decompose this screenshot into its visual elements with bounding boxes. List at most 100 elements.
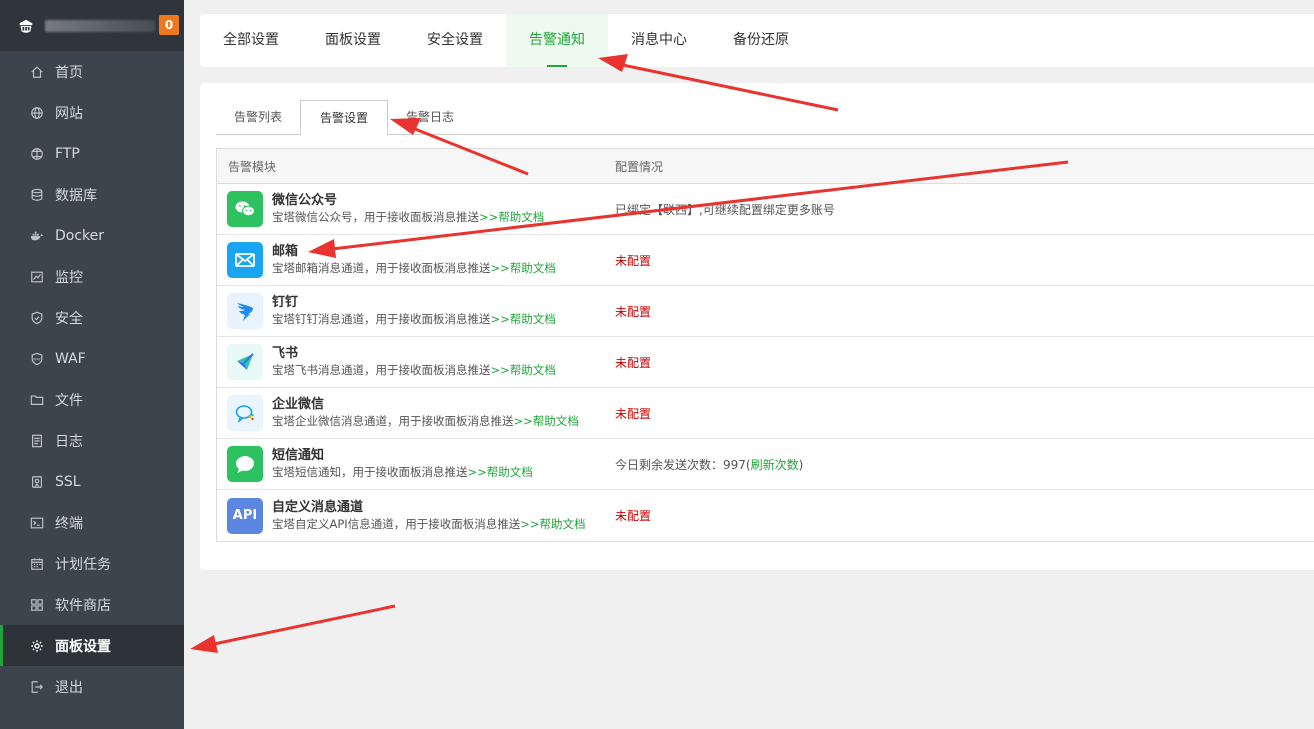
top-tab-1[interactable]: 面板设置 <box>302 14 404 67</box>
channel-description: 宝塔微信公众号，用于接收面板消息推送>>帮助文档 <box>272 209 544 226</box>
settings-tab-bar: 全部设置 面板设置 安全设置 告警通知 消息中心 备份还原 <box>200 14 1314 67</box>
status-unconfigured[interactable]: 未配置 <box>615 305 651 319</box>
channel-cell: 短信通知 宝塔短信通知，用于接收面板消息推送>>帮助文档 <box>217 446 615 482</box>
sidebar-item-home[interactable]: 首页 <box>0 51 184 92</box>
channel-cell: 微信公众号 宝塔微信公众号，用于接收面板消息推送>>帮助文档 <box>217 191 615 227</box>
sidebar-item-label: 面板设置 <box>55 638 111 655</box>
channel-description-text: 宝塔短信通知，用于接收面板消息推送 <box>272 465 468 479</box>
shield-icon <box>30 311 44 325</box>
subtab-alert-list[interactable]: 告警列表 <box>218 100 298 135</box>
status-unconfigured[interactable]: 未配置 <box>615 407 651 421</box>
header-alert-module: 告警模块 <box>228 159 277 174</box>
channel-cell: API 自定义消息通道 宝塔自定义API信息通道，用于接收面板消息推送>>帮助文档 <box>217 497 615 534</box>
help-doc-link[interactable]: >>帮助文档 <box>514 414 579 428</box>
sidebar-item-label: SSL <box>55 473 81 490</box>
alert-sub-tabs: 告警列表 告警设置 告警日志 <box>216 100 1314 136</box>
monitor-chart-icon <box>30 270 44 284</box>
sidebar-item-docker[interactable]: Docker <box>0 215 184 256</box>
sidebar-item-shield[interactable]: 安全 <box>0 297 184 338</box>
table-row[interactable]: API 自定义消息通道 宝塔自定义API信息通道，用于接收面板消息推送>>帮助文档 未… <box>217 490 1314 541</box>
sidebar-item-log-file[interactable]: 日志 <box>0 420 184 461</box>
table-row[interactable]: 短信通知 宝塔短信通知，用于接收面板消息推送>>帮助文档 今日剩余发送次数：997(… <box>217 439 1314 490</box>
channel-name: 微信公众号 <box>272 193 338 208</box>
channel-description: 宝塔自定义API信息通道，用于接收面板消息推送>>帮助文档 <box>272 516 585 533</box>
channel-cell: 钉钉 宝塔钉钉消息通道，用于接收面板消息推送>>帮助文档 <box>217 293 615 329</box>
sidebar-item-monitor-chart[interactable]: 监控 <box>0 256 184 297</box>
sidebar-item-ftp-globe[interactable]: FTP <box>0 133 184 174</box>
sidebar-item-label: 网站 <box>55 105 83 122</box>
table-row[interactable]: 微信公众号 宝塔微信公众号，用于接收面板消息推送>>帮助文档 已绑定【联西】,可继续… <box>217 184 1314 235</box>
config-status-cell: 未配置 <box>615 405 651 422</box>
table-row[interactable]: 企业微信 宝塔企业微信消息通道，用于接收面板消息推送>>帮助文档 未配置 <box>217 388 1314 439</box>
table-row[interactable]: 邮箱 宝塔邮箱消息通道，用于接收面板消息推送>>帮助文档 未配置 <box>217 235 1314 286</box>
refresh-count-link[interactable]: 刷新次数 <box>751 458 799 472</box>
help-doc-link[interactable]: >>帮助文档 <box>520 517 585 531</box>
home-icon <box>30 65 44 79</box>
sidebar-item-label: WAF <box>55 350 86 367</box>
sidebar-item-label: 退出 <box>55 679 83 696</box>
channel-description: 宝塔钉钉消息通道，用于接收面板消息推送>>帮助文档 <box>272 311 556 328</box>
channel-text: 微信公众号 宝塔微信公众号，用于接收面板消息推送>>帮助文档 <box>272 192 544 226</box>
top-tab-3[interactable]: 告警通知 <box>506 14 608 67</box>
channel-description-text: 宝塔邮箱消息通道，用于接收面板消息推送 <box>272 261 491 275</box>
help-doc-link[interactable]: >>帮助文档 <box>491 363 556 377</box>
sidebar-item-waf-shield[interactable]: WAF WAF <box>0 338 184 379</box>
help-doc-link[interactable]: >>帮助文档 <box>479 210 544 224</box>
sidebar-item-globe[interactable]: 网站 <box>0 92 184 133</box>
waf-shield-icon: WAF <box>30 352 44 366</box>
ftp-globe-icon <box>30 147 44 161</box>
channel-description-text: 宝塔飞书消息通道，用于接收面板消息推送 <box>272 363 491 377</box>
sidebar-item-terminal[interactable]: 终端 <box>0 502 184 543</box>
table-body: 微信公众号 宝塔微信公众号，用于接收面板消息推送>>帮助文档 已绑定【联西】,可继续… <box>217 184 1314 541</box>
sidebar-item-label: 日志 <box>55 433 83 450</box>
mail-icon <box>227 242 263 278</box>
sidebar-item-logout[interactable]: 退出 <box>0 666 184 707</box>
channel-text: 邮箱 宝塔邮箱消息通道，用于接收面板消息推送>>帮助文档 <box>272 243 556 277</box>
sidebar-item-label: 文件 <box>55 392 83 409</box>
sms-bubble-icon <box>227 446 263 482</box>
sidebar-item-calendar[interactable]: 计划任务 <box>0 543 184 584</box>
subtab-alert-log[interactable]: 告警日志 <box>390 100 470 135</box>
subtab-alert-settings[interactable]: 告警设置 <box>300 100 388 136</box>
top-tab-0[interactable]: 全部设置 <box>200 14 302 67</box>
folder-icon <box>30 393 44 407</box>
svg-text:WAF: WAF <box>33 357 41 361</box>
channel-name: 飞书 <box>272 346 299 361</box>
top-tab-4[interactable]: 消息中心 <box>608 14 710 67</box>
sidebar-item-folder[interactable]: 文件 <box>0 379 184 420</box>
status-unconfigured[interactable]: 未配置 <box>615 356 651 370</box>
channel-cell: 飞书宝塔飞书消息通道，用于接收面板消息推送>>帮助文档 <box>217 344 615 380</box>
sidebar-item-label: 软件商店 <box>55 597 111 614</box>
sidebar-item-database[interactable]: 数据库 <box>0 174 184 215</box>
channel-name: 自定义消息通道 <box>272 499 364 515</box>
status-unconfigured[interactable]: 未配置 <box>615 254 651 268</box>
notification-badge[interactable]: 0 <box>159 15 179 35</box>
help-doc-link[interactable]: >>帮助文档 <box>491 312 556 326</box>
sidebar-item-ssl[interactable]: SSL <box>0 461 184 502</box>
channel-name: 企业微信 <box>272 397 325 412</box>
table-row[interactable]: 钉钉 宝塔钉钉消息通道，用于接收面板消息推送>>帮助文档 未配置 <box>217 286 1314 337</box>
channel-description: 宝塔邮箱消息通道，用于接收面板消息推送>>帮助文档 <box>272 260 556 277</box>
top-tab-5[interactable]: 备份还原 <box>710 14 812 67</box>
dingtalk-icon <box>227 293 263 329</box>
alert-channel-table: 告警模块 配置情况 微信公众号 宝塔微信公众号，用于接收面板消息推送>>帮助文档已… <box>216 148 1314 542</box>
channel-description-text: 宝塔微信公众号，用于接收面板消息推送 <box>272 210 479 224</box>
channel-cell: 邮箱 宝塔邮箱消息通道，用于接收面板消息推送>>帮助文档 <box>217 242 615 278</box>
wechat-icon <box>227 191 263 227</box>
sidebar-item-gear[interactable]: 面板设置 <box>0 625 184 666</box>
sidebar-item-apps-grid[interactable]: 软件商店 <box>0 584 184 625</box>
globe-icon <box>30 106 44 120</box>
sidebar-item-label: 首页 <box>55 64 83 81</box>
help-doc-link[interactable]: >>帮助文档 <box>468 465 533 479</box>
top-tab-2[interactable]: 安全设置 <box>404 14 506 67</box>
sidebar-item-label: FTP <box>55 145 80 162</box>
header-config-status: 配置情况 <box>615 159 664 174</box>
config-status-cell: 未配置 <box>615 303 651 320</box>
status-tail: ) <box>798 457 804 472</box>
status-unconfigured[interactable]: 未配置 <box>615 509 651 523</box>
apps-grid-icon <box>30 598 44 612</box>
bt-logo-icon <box>19 19 33 33</box>
table-row[interactable]: 飞书 宝塔飞书消息通道，用于接收面板消息推送>>帮助文档 未配置 <box>217 337 1314 388</box>
channel-description-text: 宝塔自定义API信息通道，用于接收面板消息推送 <box>272 516 521 531</box>
help-doc-link[interactable]: >>帮助文档 <box>491 261 556 275</box>
